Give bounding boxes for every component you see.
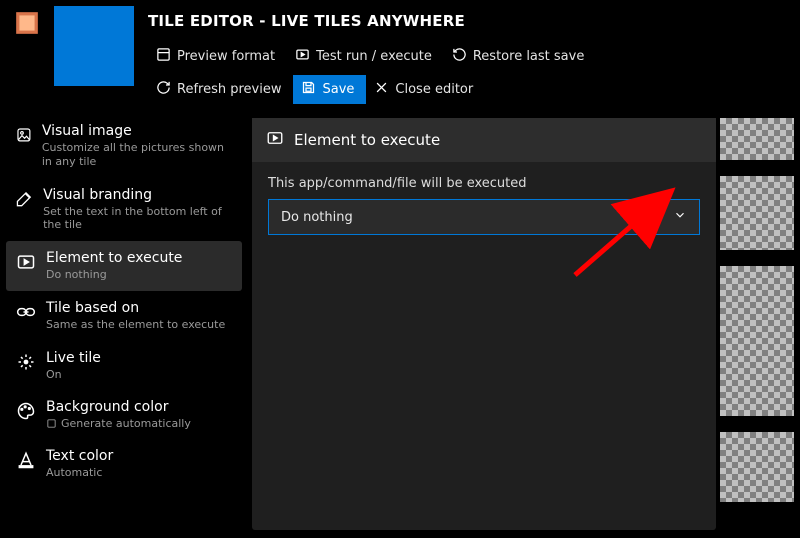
sidebar-item-label: Background color	[46, 399, 191, 415]
refresh-button[interactable]: Refresh preview	[148, 75, 293, 104]
sidebar-item-tile-based-on[interactable]: Tile based on Same as the element to exec…	[6, 291, 242, 341]
execute-icon	[16, 252, 36, 272]
restore-button[interactable]: Restore last save	[444, 42, 596, 71]
size-preview-medium[interactable]	[720, 176, 794, 250]
panel-title: Element to execute	[294, 131, 440, 149]
palette-icon	[16, 401, 36, 421]
size-preview-large[interactable]	[720, 432, 794, 502]
preview-column	[720, 110, 800, 538]
execute-dropdown[interactable]: Do nothing	[268, 199, 700, 235]
refresh-icon	[156, 80, 171, 99]
sidebar-item-label: Tile based on	[46, 300, 225, 316]
sidebar-item-sub: On	[46, 368, 101, 382]
tool-label: Test run / execute	[316, 49, 432, 64]
sidebar-item-sub-badge: Generate automatically	[46, 417, 191, 430]
tool-label: Preview format	[177, 49, 275, 64]
header: TILE EDITOR - LIVE TILES ANYWHERE Previe…	[0, 0, 800, 110]
layout-icon	[156, 47, 171, 66]
sidebar-item-sub: Same as the element to execute	[46, 318, 225, 332]
close-icon	[374, 80, 389, 99]
app-title: TILE EDITOR - LIVE TILES ANYWHERE	[148, 12, 800, 30]
sidebar-item-sub: Do nothing	[46, 268, 182, 282]
sidebar-item-background-color[interactable]: Background color Generate automatically	[6, 390, 242, 439]
sidebar-item-text-color[interactable]: Text color Automatic	[6, 439, 242, 489]
sparkle-icon	[16, 352, 36, 372]
sidebar-item-element-execute[interactable]: Element to execute Do nothing	[6, 241, 242, 291]
tool-label: Save	[322, 82, 354, 97]
sidebar-item-label: Text color	[46, 448, 113, 464]
undo-icon	[452, 47, 467, 66]
tile-thumbnail	[54, 6, 134, 86]
chevron-down-icon	[673, 208, 687, 226]
text-color-icon	[16, 450, 36, 470]
test-run-button[interactable]: Test run / execute	[287, 42, 444, 71]
close-button[interactable]: Close editor	[366, 75, 485, 104]
sidebar-item-sub: Automatic	[46, 466, 113, 480]
sidebar-item-visual-image[interactable]: Visual image Customize all the pictures s…	[6, 114, 242, 178]
main-panel: Element to execute This app/command/file…	[252, 118, 716, 530]
sidebar-item-label: Live tile	[46, 350, 101, 366]
link-icon	[16, 302, 36, 322]
execute-icon	[295, 47, 310, 66]
app-icon	[14, 10, 40, 36]
sidebar-item-label: Element to execute	[46, 250, 182, 266]
size-preview-wide[interactable]	[720, 266, 794, 416]
image-icon	[16, 125, 32, 145]
tool-label: Close editor	[395, 82, 473, 97]
save-button[interactable]: Save	[293, 75, 366, 104]
sidebar-item-label: Visual image	[42, 123, 232, 139]
tool-label: Restore last save	[473, 49, 584, 64]
size-preview-small[interactable]	[720, 118, 794, 160]
sidebar-item-sub: Customize all the pictures shown in any …	[42, 141, 232, 169]
sidebar-item-live-tile[interactable]: Live tile On	[6, 341, 242, 391]
save-icon	[301, 80, 316, 99]
execute-icon	[266, 129, 284, 151]
toolbar: Preview format Test run / execute Restor…	[148, 42, 800, 104]
dropdown-label: This app/command/file will be executed	[268, 176, 700, 191]
tool-label: Refresh preview	[177, 82, 281, 97]
sidebar-item-visual-branding[interactable]: Visual branding Set the text in the botto…	[6, 178, 242, 242]
preview-format-button[interactable]: Preview format	[148, 42, 287, 71]
sidebar-item-label: Visual branding	[43, 187, 232, 203]
dropdown-value: Do nothing	[281, 210, 353, 225]
sidebar-item-sub: Set the text in the bottom left of the t…	[43, 205, 232, 233]
pen-icon	[16, 189, 33, 209]
sidebar: Visual image Customize all the pictures s…	[0, 110, 248, 538]
panel-header: Element to execute	[252, 118, 716, 162]
